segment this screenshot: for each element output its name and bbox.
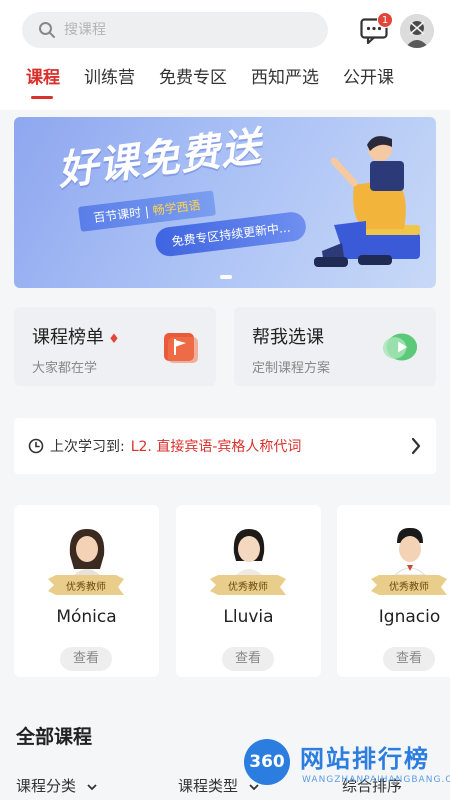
- search-bar[interactable]: [22, 12, 328, 48]
- banner-title: 好课免费送: [55, 123, 265, 195]
- teacher-carousel[interactable]: 优秀教师 Mónica 查看 优秀教师 Lluvia 查看 优秀教师 Ignac…: [14, 505, 450, 677]
- user-avatar[interactable]: [400, 14, 434, 48]
- teacher-badge: 优秀教师: [48, 573, 124, 597]
- avatar-image-icon: [400, 14, 434, 48]
- play-chat-icon: [382, 333, 418, 361]
- message-badge: 1: [377, 12, 393, 28]
- all-courses-heading: 全部课程: [16, 726, 93, 748]
- watermark-title: 网站排行榜: [300, 745, 430, 773]
- flag-icon: [164, 333, 198, 363]
- teacher-card[interactable]: 优秀教师 Mónica 查看: [14, 505, 159, 677]
- teacher-name: Ignacio: [378, 607, 441, 627]
- chevron-down-icon: [87, 783, 97, 790]
- banner-pager: [217, 275, 235, 279]
- help-me-choose-title: 帮我选课: [252, 327, 324, 348]
- tab-selected[interactable]: 西知严选: [227, 64, 319, 104]
- watermark-logo: 360: [244, 739, 290, 785]
- view-teacher-button[interactable]: 查看: [60, 647, 112, 671]
- view-teacher-button[interactable]: 查看: [383, 647, 435, 671]
- help-me-choose-subtitle: 定制课程方案: [252, 361, 331, 376]
- teacher-name: Lluvia: [223, 607, 274, 627]
- fire-icon: ♦: [104, 332, 120, 347]
- teacher-badge: 优秀教师: [371, 573, 447, 597]
- clock-icon: [28, 438, 44, 454]
- course-ranking-title: 课程榜单 ♦: [32, 327, 120, 348]
- teacher-name: Mónica: [56, 607, 117, 627]
- teacher-badge: 优秀教师: [210, 573, 286, 597]
- teacher-avatar: [69, 529, 105, 575]
- search-icon: [39, 22, 55, 38]
- student-illustration-icon: [314, 136, 420, 267]
- course-ranking-card[interactable]: 课程榜单 ♦ 大家都在学: [14, 307, 216, 386]
- teacher-card[interactable]: 优秀教师 Lluvia 查看: [176, 505, 321, 677]
- site-watermark: 360 网站排行榜 WANGZHANPAIHANGBANG.CN: [244, 737, 450, 797]
- last-study-lesson: L2. 直接宾语-宾格人称代词: [130, 439, 302, 455]
- filter-category[interactable]: 课程分类: [16, 775, 97, 796]
- view-teacher-button[interactable]: 查看: [222, 647, 274, 671]
- tab-free-zone[interactable]: 免费专区: [135, 64, 227, 104]
- category-tabs: 课程 训练营 免费专区 西知严选 公开课: [0, 64, 450, 104]
- teacher-avatar: [394, 527, 426, 575]
- tab-training-camp[interactable]: 训练营: [60, 64, 135, 104]
- last-study-label: 上次学习到:: [50, 439, 125, 455]
- teacher-card[interactable]: 优秀教师 Ignacio 查看: [337, 505, 450, 677]
- chevron-right-icon: [411, 437, 421, 455]
- teacher-avatar: [233, 529, 265, 575]
- promo-banner[interactable]: 好课免费送 百节课时 | 畅学西语 免费专区持续更新中...: [14, 117, 436, 288]
- course-ranking-subtitle: 大家都在学: [32, 361, 98, 376]
- tab-open-class[interactable]: 公开课: [319, 64, 394, 104]
- help-me-choose-card[interactable]: 帮我选课 定制课程方案: [234, 307, 436, 386]
- continue-learning-bar[interactable]: 上次学习到: L2. 直接宾语-宾格人称代词: [14, 418, 436, 474]
- search-input[interactable]: [64, 22, 284, 38]
- banner-tag-left: 百节课时: [92, 205, 142, 226]
- banner-tag-right: 畅学西语: [151, 198, 202, 218]
- tab-courses[interactable]: 课程: [0, 64, 60, 104]
- watermark-url: WANGZHANPAIHANGBANG.CN: [302, 775, 450, 785]
